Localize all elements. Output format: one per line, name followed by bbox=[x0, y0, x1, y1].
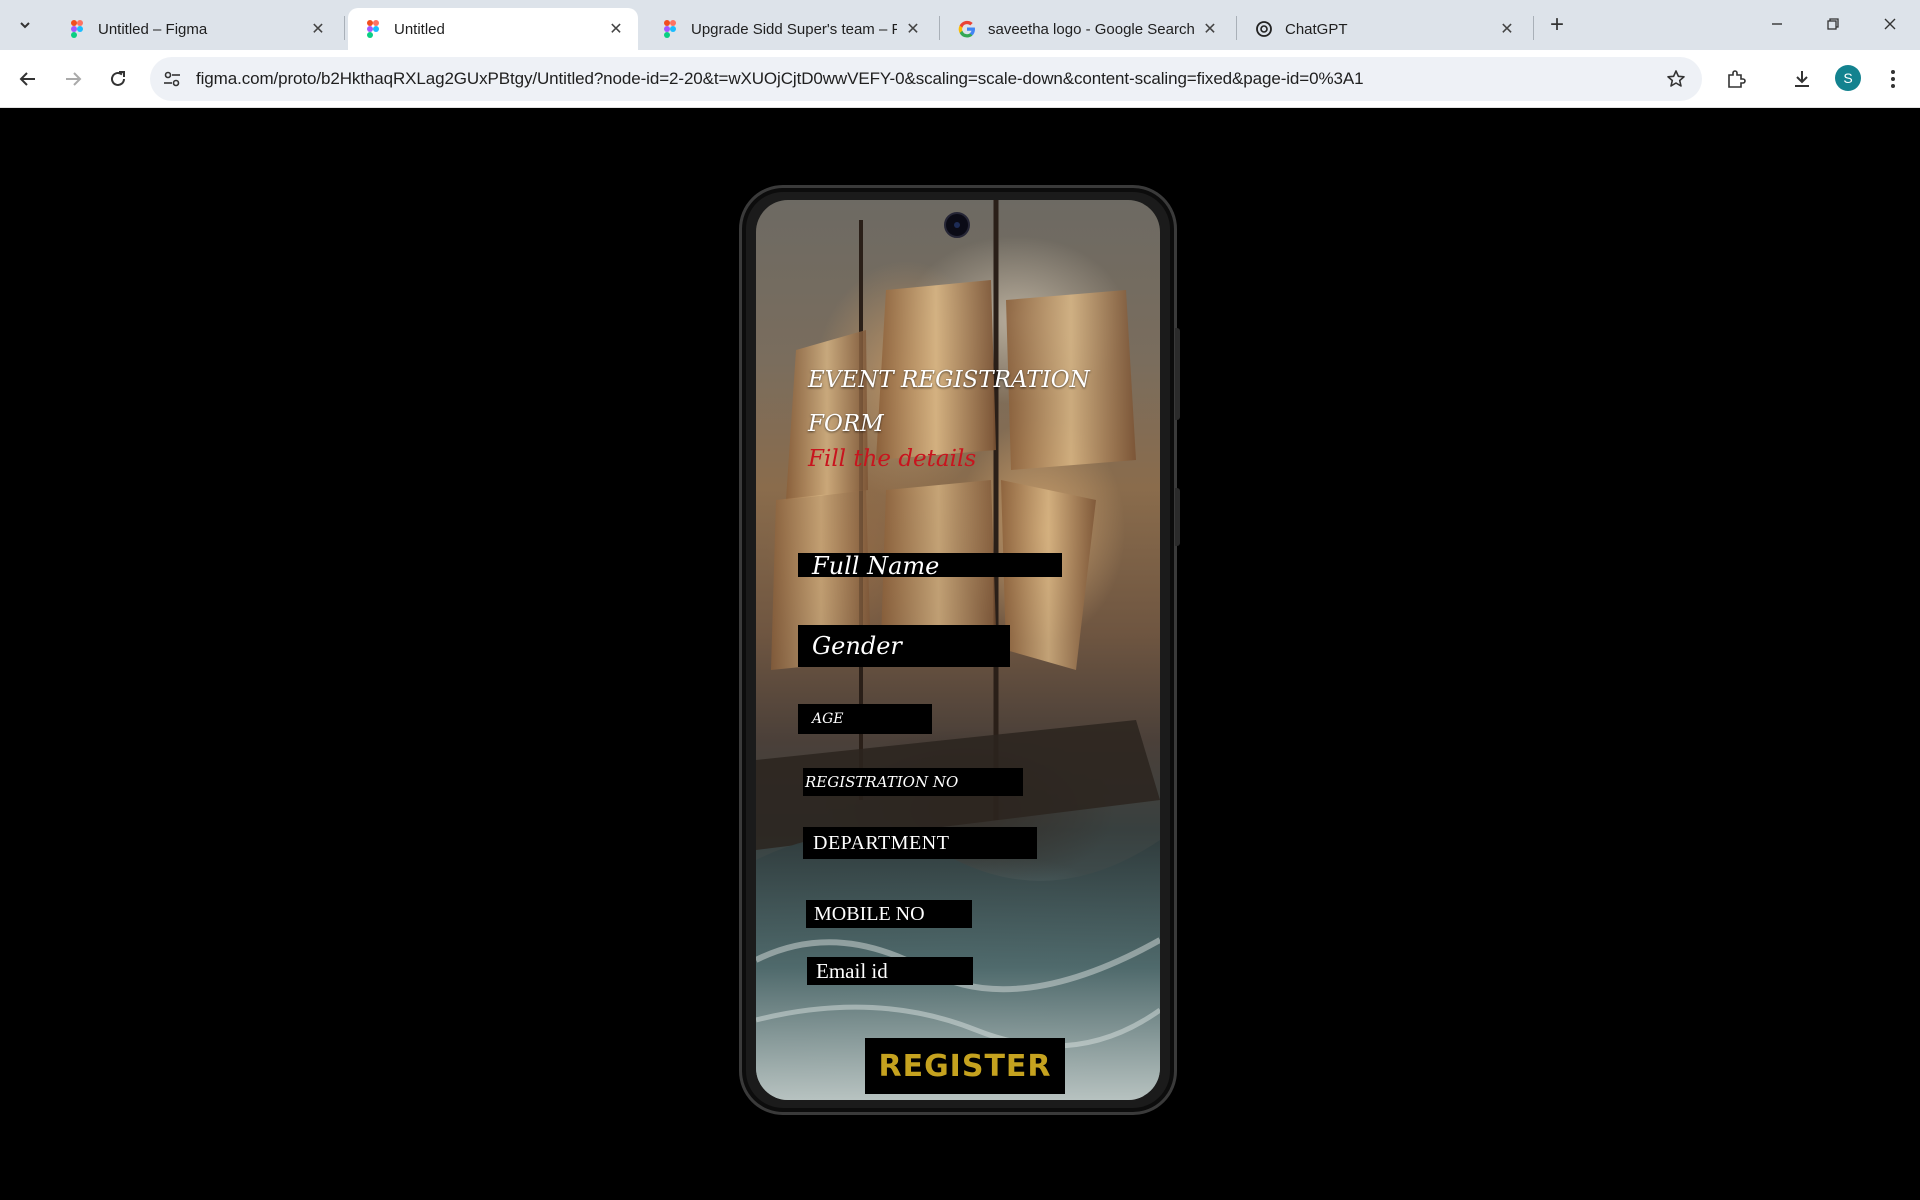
downloads-button[interactable] bbox=[1787, 64, 1817, 94]
browser-toolbar: figma.com/proto/b2HkthaqRXLag2GUxPBtgy/U… bbox=[0, 50, 1920, 108]
form-subtitle: Fill the details bbox=[808, 446, 977, 472]
reload-button[interactable] bbox=[103, 64, 133, 94]
phone-side-button bbox=[1175, 328, 1180, 420]
chevron-down-icon bbox=[20, 22, 30, 29]
restore-icon bbox=[1827, 18, 1839, 30]
phone-side-button bbox=[1175, 488, 1180, 546]
extensions-button[interactable] bbox=[1721, 64, 1751, 94]
form-title: EVENT REGISTRATION FORM bbox=[808, 367, 1090, 437]
prototype-viewport: EVENT REGISTRATION FORM Fill the details… bbox=[0, 109, 1920, 1200]
registration-no-field[interactable]: REGISTRATION NO bbox=[803, 768, 1023, 796]
puzzle-icon bbox=[1728, 70, 1746, 88]
plus-icon: + bbox=[1549, 11, 1564, 38]
mobile-no-field[interactable]: MOBILE NO bbox=[806, 900, 972, 928]
restore-button[interactable] bbox=[1805, 0, 1861, 48]
figma-icon bbox=[661, 20, 679, 38]
close-icon bbox=[1884, 18, 1896, 30]
download-icon bbox=[1795, 71, 1809, 87]
tab-title: saveetha logo - Google Search bbox=[988, 20, 1194, 38]
tab-search-button[interactable] bbox=[10, 10, 40, 40]
age-field[interactable]: AGE bbox=[798, 704, 932, 734]
tab-google-search[interactable]: saveetha logo - Google Search ✕ bbox=[942, 8, 1232, 50]
tab-separator bbox=[939, 16, 940, 40]
chatgpt-icon bbox=[1255, 20, 1273, 38]
url-text[interactable]: figma.com/proto/b2HkthaqRXLag2GUxPBtgy/U… bbox=[196, 69, 1364, 89]
tab-separator bbox=[1533, 16, 1534, 40]
department-field[interactable]: DEPARTMENT bbox=[803, 827, 1037, 859]
close-tab-icon[interactable]: ✕ bbox=[308, 19, 328, 39]
tab-strip: Untitled – Figma ✕ Untitled ✕ Upgrade Si… bbox=[0, 0, 1920, 50]
figma-icon bbox=[364, 20, 382, 38]
minimize-icon bbox=[1772, 23, 1782, 25]
front-camera bbox=[944, 212, 970, 238]
close-tab-icon[interactable]: ✕ bbox=[1497, 19, 1517, 39]
back-button[interactable] bbox=[13, 64, 43, 94]
email-field[interactable]: Email id bbox=[807, 957, 973, 985]
tab-chatgpt[interactable]: ChatGPT ✕ bbox=[1239, 8, 1529, 50]
profile-avatar[interactable]: S bbox=[1835, 65, 1861, 91]
address-bar[interactable]: figma.com/proto/b2HkthaqRXLag2GUxPBtgy/U… bbox=[150, 57, 1702, 101]
close-window-button[interactable] bbox=[1862, 0, 1918, 48]
register-button[interactable]: REGISTER bbox=[865, 1038, 1065, 1094]
gender-field[interactable]: Gender bbox=[798, 625, 1010, 667]
phone-frame: EVENT REGISTRATION FORM Fill the details… bbox=[739, 185, 1180, 1115]
kebab-menu-icon bbox=[1891, 70, 1895, 88]
tab-upgrade-team[interactable]: Upgrade Sidd Super's team – Fi ✕ bbox=[645, 8, 935, 50]
minimize-button[interactable] bbox=[1749, 0, 1805, 48]
arrow-left-icon bbox=[19, 72, 35, 86]
site-settings-icon[interactable] bbox=[160, 67, 184, 91]
close-tab-icon[interactable]: ✕ bbox=[903, 19, 923, 39]
reload-icon bbox=[111, 71, 125, 86]
close-tab-icon[interactable]: ✕ bbox=[1200, 19, 1220, 39]
arrow-right-icon bbox=[66, 72, 82, 86]
tab-separator bbox=[1236, 16, 1237, 40]
close-tab-icon[interactable]: ✕ bbox=[606, 19, 626, 39]
tab-title: Untitled bbox=[394, 20, 445, 38]
bookmark-star-icon[interactable] bbox=[1664, 67, 1688, 91]
google-icon bbox=[958, 20, 976, 38]
browser-menu-button[interactable] bbox=[1878, 64, 1908, 94]
tab-title: Upgrade Sidd Super's team – Fi bbox=[691, 20, 897, 38]
figma-icon bbox=[68, 20, 86, 38]
phone-screen: EVENT REGISTRATION FORM Fill the details… bbox=[756, 200, 1160, 1100]
full-name-field[interactable]: Full Name bbox=[798, 553, 1062, 579]
tab-title: Untitled – Figma bbox=[98, 20, 208, 38]
tab-title: ChatGPT bbox=[1285, 20, 1348, 38]
tab-untitled-figma[interactable]: Untitled – Figma ✕ bbox=[52, 8, 340, 50]
new-tab-button[interactable]: + bbox=[1542, 10, 1572, 40]
forward-button[interactable] bbox=[58, 64, 88, 94]
tab-untitled[interactable]: Untitled ✕ bbox=[348, 8, 638, 50]
tab-separator bbox=[344, 16, 345, 40]
